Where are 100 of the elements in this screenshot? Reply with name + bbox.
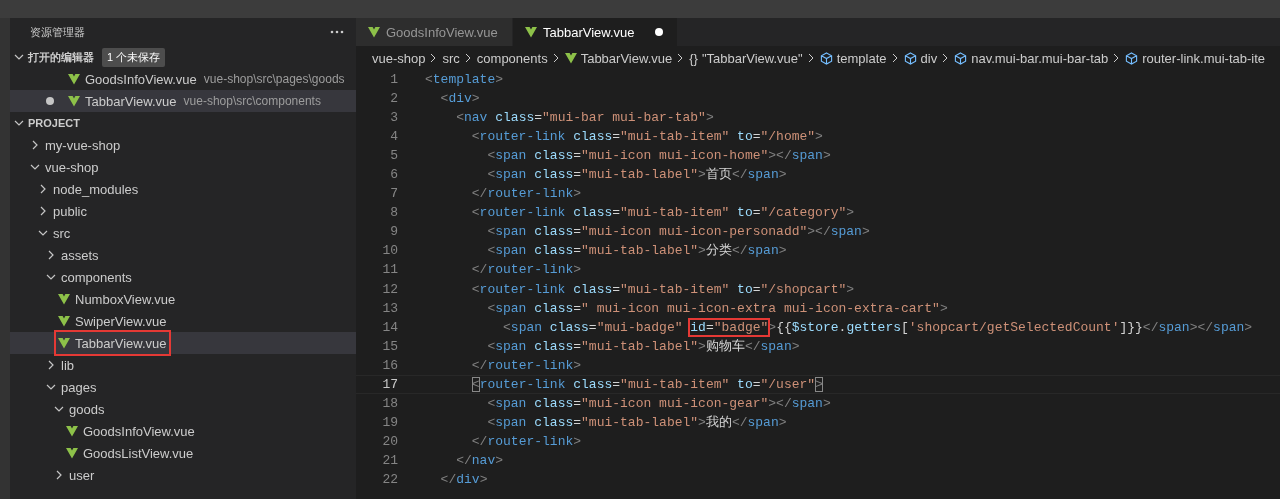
code-line: <template>: [424, 71, 504, 89]
code-line: </router-link>: [470, 261, 582, 280]
line-number: 15: [381, 337, 398, 356]
chevron-right-icon: [807, 53, 815, 63]
code-line: <span class="mui-tab-label">分类</span>: [486, 242, 787, 261]
line-number: 1: [389, 71, 398, 89]
vue-file-icon: [68, 95, 80, 107]
code-line: </nav>: [455, 451, 504, 470]
file-name: NumboxView.vue: [75, 291, 176, 307]
file-name: GoodsInfoView.vue: [83, 423, 195, 439]
vue-file-icon: [368, 26, 380, 38]
tree-item[interactable]: node_modules: [10, 178, 356, 200]
section-title[interactable]: PROJECT: [28, 117, 80, 129]
more-icon[interactable]: [330, 30, 344, 34]
breadcrumb-item[interactable]: vue-shop: [372, 50, 426, 66]
folder-name: public: [53, 203, 87, 219]
file-name: TabbarView.vue: [85, 93, 177, 109]
file-name: SwiperView.vue: [75, 313, 167, 329]
vue-file-icon: [564, 52, 577, 64]
breadcrumb-item[interactable]: div: [920, 50, 938, 66]
tree-item[interactable]: assets: [10, 244, 356, 266]
breadcrumb-item[interactable]: nav.mui-bar.mui-bar-tab: [971, 50, 1109, 66]
line-number: 11: [381, 261, 398, 280]
breadcrumb-item[interactable]: "TabbarView.vue": [701, 50, 803, 66]
open-editor-item[interactable]: TabbarView.vue vue-shop\src\components: [10, 90, 356, 112]
folder-name: lib: [61, 357, 74, 373]
editor-tab[interactable]: GoodsInfoView.vue: [356, 18, 513, 46]
tree-item[interactable]: vue-shop: [10, 156, 356, 178]
breadcrumb-item[interactable]: router-link.mui-tab-ite: [1142, 50, 1266, 66]
folder-name: user: [69, 467, 95, 483]
tree-item[interactable]: user: [10, 464, 356, 486]
folder-name: goods: [69, 401, 105, 417]
tree-item[interactable]: lib: [10, 354, 356, 376]
code-line: <router-link class="mui-tab-item" to="/category">: [470, 204, 855, 223]
folder-name: vue-shop: [45, 159, 99, 175]
tree-item[interactable]: my-vue-shop: [10, 134, 356, 156]
vue-file-icon: [66, 425, 78, 437]
explorer-title: 资源管理器: [30, 24, 85, 40]
chevron-right-icon: [1113, 53, 1121, 63]
folder-name: node_modules: [53, 181, 139, 197]
line-number: 9: [389, 223, 398, 242]
line-number: 12: [381, 280, 398, 299]
file-path: vue-shop\src\pages\goods: [203, 72, 345, 86]
tree-item[interactable]: GoodsListView.vue: [10, 442, 356, 464]
unsaved-badge: 1 个未保存: [102, 47, 166, 67]
open-editor-item[interactable]: GoodsInfoView.vue vue-shop\src\pages\goods: [10, 68, 356, 90]
breadcrumb-item[interactable]: src: [442, 50, 460, 66]
chevron-right-icon: [942, 53, 950, 63]
section-title[interactable]: 打开的编辑器: [28, 49, 94, 65]
tree-item[interactable]: components: [10, 266, 356, 288]
file-name: TabbarView.vue: [75, 335, 167, 351]
tree-item[interactable]: goods: [10, 398, 356, 420]
breadcrumb-item[interactable]: template: [836, 50, 887, 66]
code-line: </router-link>: [470, 356, 582, 375]
tree-item[interactable]: TabbarView.vue: [10, 332, 356, 354]
file-name: GoodsListView.vue: [83, 445, 194, 461]
vue-file-icon: [58, 337, 70, 349]
tree-item[interactable]: pages: [10, 376, 356, 398]
cube-icon: [1125, 51, 1139, 65]
cube-icon: [954, 51, 968, 65]
line-number: 3: [389, 109, 398, 128]
tree-item[interactable]: GoodsInfoView.vue: [10, 420, 356, 442]
code-line: </router-link>: [470, 185, 582, 204]
breadcrumb-item[interactable]: TabbarView.vue: [580, 50, 673, 66]
tree-item[interactable]: src: [10, 222, 356, 244]
line-number: 21: [381, 451, 398, 470]
code-line: <span class="mui-tab-label">我的</span>: [486, 413, 787, 432]
code-line: <router-link class="mui-tab-item" to="/home">: [470, 128, 823, 147]
chevron-right-icon: [677, 53, 685, 63]
code-line: <div>: [439, 90, 480, 109]
line-number: 17: [381, 375, 398, 394]
cube-icon: [819, 51, 833, 65]
folder-name: src: [53, 225, 71, 241]
code-line: <router-link class="mui-tab-item" to="/shopcart">: [470, 280, 855, 299]
line-number: 4: [389, 128, 398, 147]
folder-name: components: [61, 269, 132, 285]
line-number: 10: [381, 242, 398, 261]
line-number: 18: [381, 394, 398, 413]
tree-item[interactable]: SwiperView.vue: [10, 310, 356, 332]
line-number: 16: [381, 356, 398, 375]
code-line: <span class="mui-tab-label">首页</span>: [486, 166, 787, 185]
tree-item[interactable]: NumboxView.vue: [10, 288, 356, 310]
code-line: <nav class="mui-bar mui-bar-tab">: [455, 109, 714, 128]
editor-tab[interactable]: TabbarView.vue: [513, 18, 678, 46]
breadcrumb-item[interactable]: components: [476, 50, 548, 66]
vue-file-icon: [58, 293, 70, 305]
vue-file-icon: [66, 447, 78, 459]
chevron-right-icon: [891, 53, 899, 63]
line-number: 8: [389, 204, 398, 223]
vue-file-icon: [58, 315, 70, 327]
file-path: vue-shop\src\components: [183, 94, 321, 108]
chevron-right-icon: [430, 53, 438, 63]
braces-icon: {}: [689, 50, 698, 66]
line-number: 13: [381, 299, 398, 318]
line-number: 22: [381, 471, 398, 489]
line-number: 19: [381, 413, 398, 432]
tree-item[interactable]: public: [10, 200, 356, 222]
code-line: <span class="mui-tab-label">购物车</span>: [486, 337, 800, 356]
file-name: GoodsInfoView.vue: [85, 71, 197, 87]
folder-name: assets: [61, 247, 99, 263]
